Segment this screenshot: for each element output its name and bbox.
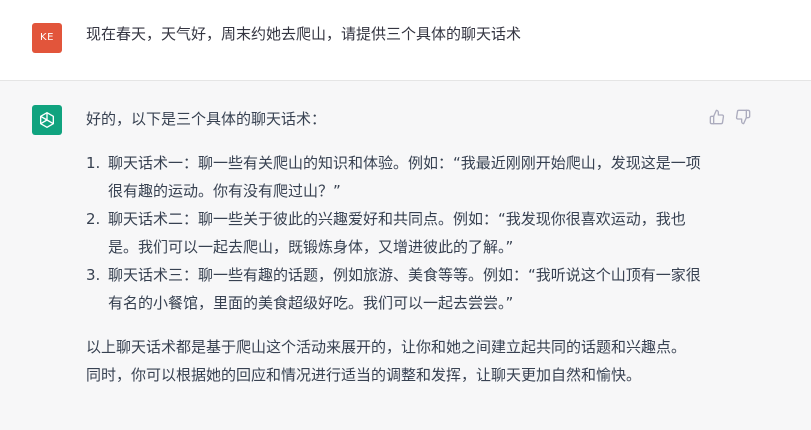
- user-avatar: KE: [32, 23, 62, 53]
- assistant-conclusion: 以上聊天话术都是基于爬山这个活动来展开的，让你和她之间建立起共同的话题和兴趣点。…: [86, 333, 746, 389]
- list-item-line1: 聊天话术二：聊一些关于彼此的兴趣爱好和共同点。例如：“我发现你很喜欢运动，我也: [108, 210, 686, 228]
- list-item: 1. 聊天话术一：聊一些有关爬山的知识和体验。例如：“我最近刚刚开始爬山，发现这…: [86, 149, 746, 205]
- list-item-number: 3.: [86, 266, 101, 284]
- user-message-text: 现在春天，天气好，周末约她去爬山，请提供三个具体的聊天话术: [86, 25, 522, 43]
- suggestion-list: 1. 聊天话术一：聊一些有关爬山的知识和体验。例如：“我最近刚刚开始爬山，发现这…: [86, 149, 746, 317]
- list-item-number: 2.: [86, 210, 101, 228]
- assistant-avatar: [32, 105, 62, 135]
- thumbs-up-button[interactable]: [707, 107, 727, 127]
- list-item-line1: 聊天话术三：聊一些有趣的话题，例如旅游、美食等等。例如：“我听说这个山顶有一家很: [108, 266, 701, 284]
- list-item-line1: 聊天话术一：聊一些有关爬山的知识和体验。例如：“我最近刚刚开始爬山，发现这是一项: [108, 154, 701, 172]
- conclusion-line1: 以上聊天话术都是基于爬山这个活动来展开的，让你和她之间建立起共同的话题和兴趣点。: [86, 338, 687, 356]
- thumbs-up-icon: [709, 109, 725, 125]
- assistant-intro: 好的，以下是三个具体的聊天话术：: [86, 110, 327, 128]
- conclusion-line2: 同时，你可以根据她的回应和情况进行适当的调整和发挥，让聊天更加自然和愉快。: [86, 366, 642, 384]
- list-item-number: 1.: [86, 154, 101, 172]
- openai-logo-icon: [40, 112, 54, 128]
- assistant-message-row: 好的，以下是三个具体的聊天话术： 1. 聊天话术一：聊一些有关爬山的知识和体验。…: [0, 81, 811, 430]
- list-item-line2: 很有趣的运动。你有没有爬过山？”: [108, 182, 341, 200]
- list-item-line2: 是。我们可以一起去爬山，既锻炼身体，又增进彼此的了解。”: [108, 238, 514, 256]
- assistant-message-content: 好的，以下是三个具体的聊天话术： 1. 聊天话术一：聊一些有关爬山的知识和体验。…: [86, 105, 746, 389]
- list-item: 2. 聊天话术二：聊一些关于彼此的兴趣爱好和共同点。例如：“我发现你很喜欢运动，…: [86, 205, 746, 261]
- list-item-line2: 有名的小餐馆，里面的美食超级好吃。我们可以一起去尝尝。”: [108, 294, 514, 312]
- thumbs-down-button[interactable]: [733, 107, 753, 127]
- user-message-row: KE 现在春天，天气好，周末约她去爬山，请提供三个具体的聊天话术: [0, 0, 811, 81]
- feedback-buttons: [707, 107, 767, 127]
- thumbs-down-icon: [735, 109, 751, 125]
- list-item: 3. 聊天话术三：聊一些有趣的话题，例如旅游、美食等等。例如：“我听说这个山顶有…: [86, 261, 746, 317]
